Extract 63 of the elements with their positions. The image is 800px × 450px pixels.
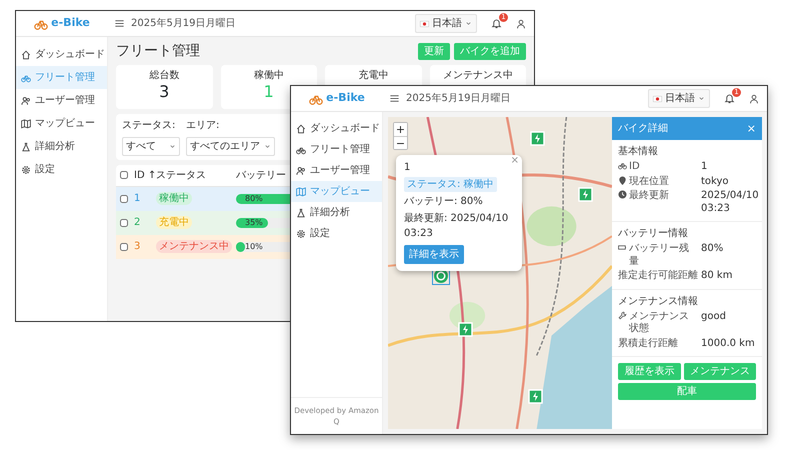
stat-value: 1 [262, 83, 275, 101]
stat-label: メンテナンス中 [442, 68, 514, 83]
sidebar-item[interactable]: 設定 [291, 223, 382, 244]
detail-label: ID [629, 161, 640, 174]
sidebar-item[interactable]: フリート管理 [291, 139, 382, 160]
dropdown[interactable]: すべてのエリア [186, 136, 275, 156]
sidebar-item[interactable]: ユーザー管理 [291, 160, 382, 181]
detail-value: 2025/04/10 03:23 [701, 190, 759, 215]
popup-title: 1 [404, 161, 410, 175]
table-cell: 2 [134, 217, 140, 228]
detail-value: 1 [701, 161, 708, 174]
table-cell: 3 [134, 241, 140, 252]
detail-value: tokyo [701, 176, 729, 188]
logo-text: e-Bike [326, 90, 365, 106]
sidebar-item[interactable]: ユーザー管理 [16, 89, 107, 112]
zoom-in-button[interactable]: + [394, 123, 407, 136]
detail-label: バッテリー残量 [629, 243, 690, 268]
dropdown[interactable]: すべて [122, 136, 180, 156]
panel-title: バイク詳細 [618, 122, 668, 136]
section-title: バッテリー情報 [618, 226, 689, 241]
sidebar-item[interactable]: 設定 [16, 158, 107, 181]
sidebar-item[interactable]: ダッシュボード [291, 118, 382, 139]
sidebar-item[interactable]: 詳細分析 [16, 135, 107, 158]
detail-label: 累積走行距離 [618, 338, 678, 350]
battery-reading: 80% [245, 192, 263, 205]
page-title: フリート管理 [116, 43, 200, 60]
date-text: 2025年5月19日月曜日 [406, 92, 511, 106]
column-header[interactable]: ID ↑ [134, 170, 156, 181]
detail-label: 最終更新 [629, 190, 669, 202]
filter-label: ステータス: [122, 118, 176, 133]
column-header: バッテリー [236, 170, 286, 181]
language-select[interactable]: 日本語 [415, 14, 477, 33]
status-badge: メンテナンス中 [156, 240, 232, 254]
column-header: ステータス [156, 170, 206, 181]
status-badge: 充電中 [156, 216, 192, 230]
detail-label: 推定走行可能距離 [618, 270, 698, 282]
detail-label: メンテナンス状態 [629, 310, 690, 336]
table-cell: 1 [134, 193, 140, 204]
popup-text: バッテリー: 80% [404, 195, 483, 209]
stat-label: 充電中 [357, 68, 390, 83]
stat-label: 稼働中 [252, 68, 285, 83]
popup-text: 最終更新: 2025/04/10 03:23 [404, 212, 510, 241]
detail-label: 現在位置 [629, 176, 669, 188]
status-badge: 稼働中 [156, 192, 192, 206]
stat-label: 総台数 [148, 68, 180, 83]
section-title: 基本情報 [618, 144, 659, 159]
filter-label: エリア: [186, 118, 220, 133]
sidebar-item[interactable]: ダッシュボード [16, 43, 107, 66]
detail-value: 80% [701, 243, 724, 256]
section-title: メンテナンス情報 [618, 294, 699, 308]
sidebar-item[interactable]: マップビュー [16, 112, 107, 135]
date-text: 2025年5月19日月曜日 [131, 17, 236, 31]
detail-value: good [701, 310, 726, 323]
battery-reading: 10% [245, 240, 263, 253]
stat-value: 3 [158, 83, 170, 101]
sidebar-item[interactable]: 詳細分析 [291, 202, 382, 223]
logo-text: e-Bike [51, 15, 90, 32]
detail-value: 80 km [701, 270, 732, 282]
battery-reading: 35% [245, 216, 263, 229]
status-badge: ステータス: 稼働中 [404, 177, 497, 192]
detail-value: 1000.0 km [701, 338, 755, 350]
zoom-out-button[interactable]: − [394, 136, 407, 149]
language-select[interactable]: 日本語 [648, 89, 710, 108]
